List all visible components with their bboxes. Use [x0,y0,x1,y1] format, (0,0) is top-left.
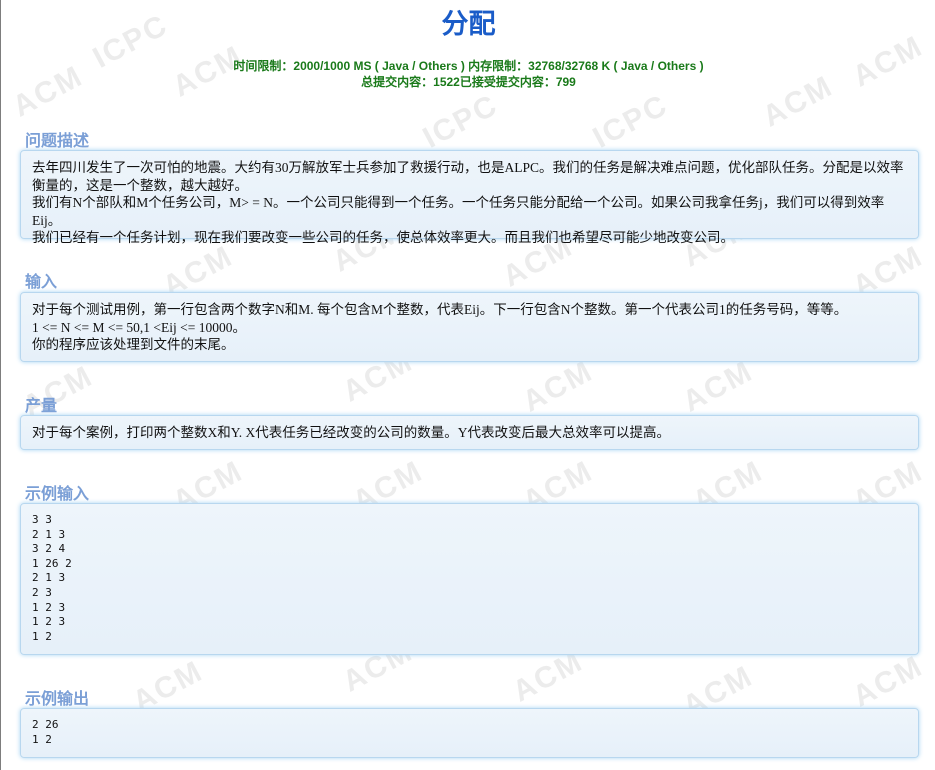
sample-input-heading: 示例输入 [25,484,90,503]
watermark-acm: ACM [517,354,599,419]
sample-output-panel: 2 26 1 2 [20,708,919,758]
watermark-acm: ACM [677,354,759,419]
watermark-icpc: ICPC [587,88,674,155]
output-panel: 对于每个案例，打印两个整数X和Y. X代表任务已经改变的公司的数量。Y代表改变后… [20,415,919,450]
sample-output-heading: 示例输出 [25,689,90,708]
input-line: 1 <= N <= M <= 50,1 <Eij <= 10000。 [32,319,247,335]
watermark-acm: ACM [847,649,929,714]
description-heading: 问题描述 [25,131,90,150]
input-line: 对于每个测试用例，第一行包含两个数字N和M. 每个包含M个整数，代表Eij。下一… [32,302,848,317]
limits-info: 时间限制：2000/1000 MS ( Java / Others ) 内存限制… [1,58,935,90]
sample-input-panel: 3 3 2 1 3 3 2 4 1 26 2 2 1 3 2 3 1 2 3 1… [20,503,919,655]
problem-title: 分配 [441,9,496,40]
watermark-icpc: ICPC [417,88,504,155]
description-line: 去年四川发生了一次可怕的地震。大约有30万解放军士兵参加了救援行动，也是ALPC… [32,160,904,193]
input-heading: 输入 [25,272,58,291]
description-line: 我们已经有一个任务计划，现在我们要改变一些公司的任务，使总体效率更大。而且我们也… [32,230,734,245]
output-line: 对于每个案例，打印两个整数X和Y. X代表任务已经改变的公司的数量。Y代表改变后… [32,425,671,440]
sample-input-text: 3 3 2 1 3 3 2 4 1 26 2 2 1 3 2 3 1 2 3 1… [32,513,72,643]
output-heading: 产量 [25,396,58,415]
sample-output-text: 2 26 1 2 [32,718,59,746]
submission-stats: 总提交内容：1522已接受提交内容：799 [361,75,576,89]
limits-line: 时间限制：2000/1000 MS ( Java / Others ) 内存限制… [233,59,704,73]
input-line: 你的程序应该处理到文件的末尾。 [32,337,235,352]
description-panel: 去年四川发生了一次可怕的地震。大约有30万解放军士兵参加了救援行动，也是ALPC… [20,150,919,245]
description-line: 我们有N个部队和M个任务公司，M> = N。一个公司只能得到一个任务。一个任务只… [32,195,885,228]
input-panel: 对于每个测试用例，第一行包含两个数字N和M. 每个包含M个整数，代表Eij。下一… [20,292,919,362]
